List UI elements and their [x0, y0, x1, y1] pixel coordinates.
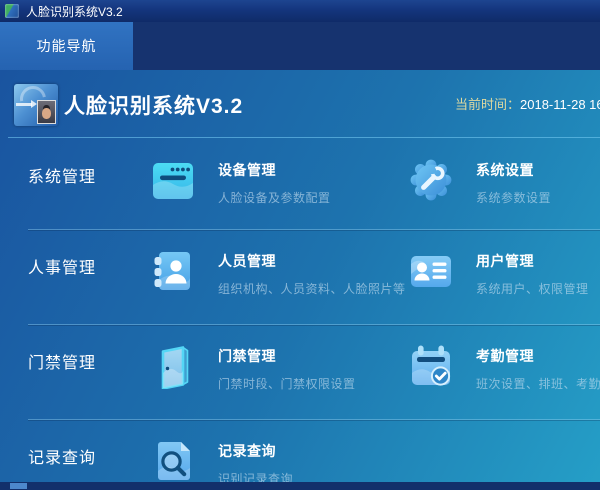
launcher-access-control[interactable]: 门禁管理 门禁时段、门禁权限设置 — [150, 343, 356, 392]
item-title: 门禁管理 — [218, 346, 356, 366]
item-subtitle: 人脸设备及参数配置 — [218, 189, 331, 206]
section-label: 记录查询 — [28, 444, 96, 468]
app-icon — [5, 4, 19, 18]
item-subtitle: 班次设置、排班、考勤报表查询 — [476, 375, 600, 392]
tab-bar: 功能导航 — [0, 22, 600, 70]
current-time: 当前时间：2018-11-28 16 — [455, 94, 600, 113]
section-system-management: 系统管理 — [0, 138, 600, 229]
item-subtitle: 门禁时段、门禁权限设置 — [218, 375, 356, 392]
main-area: 人脸识别系统V3.2 当前时间：2018-11-28 16 系统管理 — [0, 70, 600, 490]
item-title: 系统设置 — [476, 160, 551, 180]
device-icon — [150, 157, 196, 203]
app-window: 人脸识别系统V3.2 功能导航 人脸识别系统V3.2 当前时间：2018-11-… — [0, 0, 600, 490]
time-value: 2018-11-28 16 — [520, 97, 600, 112]
item-subtitle: 组织机构、人员资料、人脸照片等 — [218, 280, 406, 297]
section-label: 系统管理 — [28, 163, 96, 187]
launcher-device-management[interactable]: 设备管理 人脸设备及参数配置 — [150, 157, 331, 206]
window-title: 人脸识别系统V3.2 — [26, 3, 123, 20]
status-bar-grip — [10, 483, 27, 489]
record-search-icon — [150, 438, 196, 484]
item-subtitle: 系统用户、权限管理 — [476, 280, 589, 297]
item-title: 人员管理 — [218, 251, 406, 271]
launcher-attendance-management[interactable]: 考勤管理 班次设置、排班、考勤报表查询 — [408, 343, 600, 392]
section-access-control: 门禁管理 门禁管理 — [0, 324, 600, 419]
calendar-check-icon — [408, 343, 454, 389]
app-logo — [14, 84, 58, 126]
time-label: 当前时间： — [455, 97, 520, 112]
status-bar — [0, 482, 600, 490]
header: 人脸识别系统V3.2 当前时间：2018-11-28 16 — [0, 70, 600, 138]
page-title: 人脸识别系统V3.2 — [64, 90, 243, 120]
launcher-record-query[interactable]: 记录查询 识别记录查询 — [150, 438, 293, 487]
logo-arrow-icon — [16, 103, 32, 106]
section-personnel-management: 人事管理 — [0, 229, 600, 324]
title-bar: 人脸识别系统V3.2 — [0, 0, 600, 22]
launcher-system-settings[interactable]: 系统设置 系统参数设置 — [408, 157, 551, 206]
item-title: 设备管理 — [218, 160, 331, 180]
item-title: 考勤管理 — [476, 346, 600, 366]
id-card-icon — [408, 248, 454, 294]
section-label: 门禁管理 — [28, 349, 96, 373]
item-title: 用户管理 — [476, 251, 589, 271]
address-book-icon — [150, 248, 196, 294]
logo-face — [42, 108, 51, 119]
launcher-personnel-management[interactable]: 人员管理 组织机构、人员资料、人脸照片等 — [150, 248, 406, 297]
section-record-query: 记录查询 — [0, 419, 600, 485]
tab-function-navigation[interactable]: 功能导航 — [0, 22, 133, 70]
item-title: 记录查询 — [218, 441, 293, 461]
door-icon — [150, 343, 196, 389]
settings-gear-icon — [408, 157, 454, 203]
launcher-user-management[interactable]: 用户管理 系统用户、权限管理 — [408, 248, 589, 297]
section-label: 人事管理 — [28, 254, 96, 278]
logo-face-photo — [37, 100, 56, 124]
item-subtitle: 系统参数设置 — [476, 189, 551, 206]
